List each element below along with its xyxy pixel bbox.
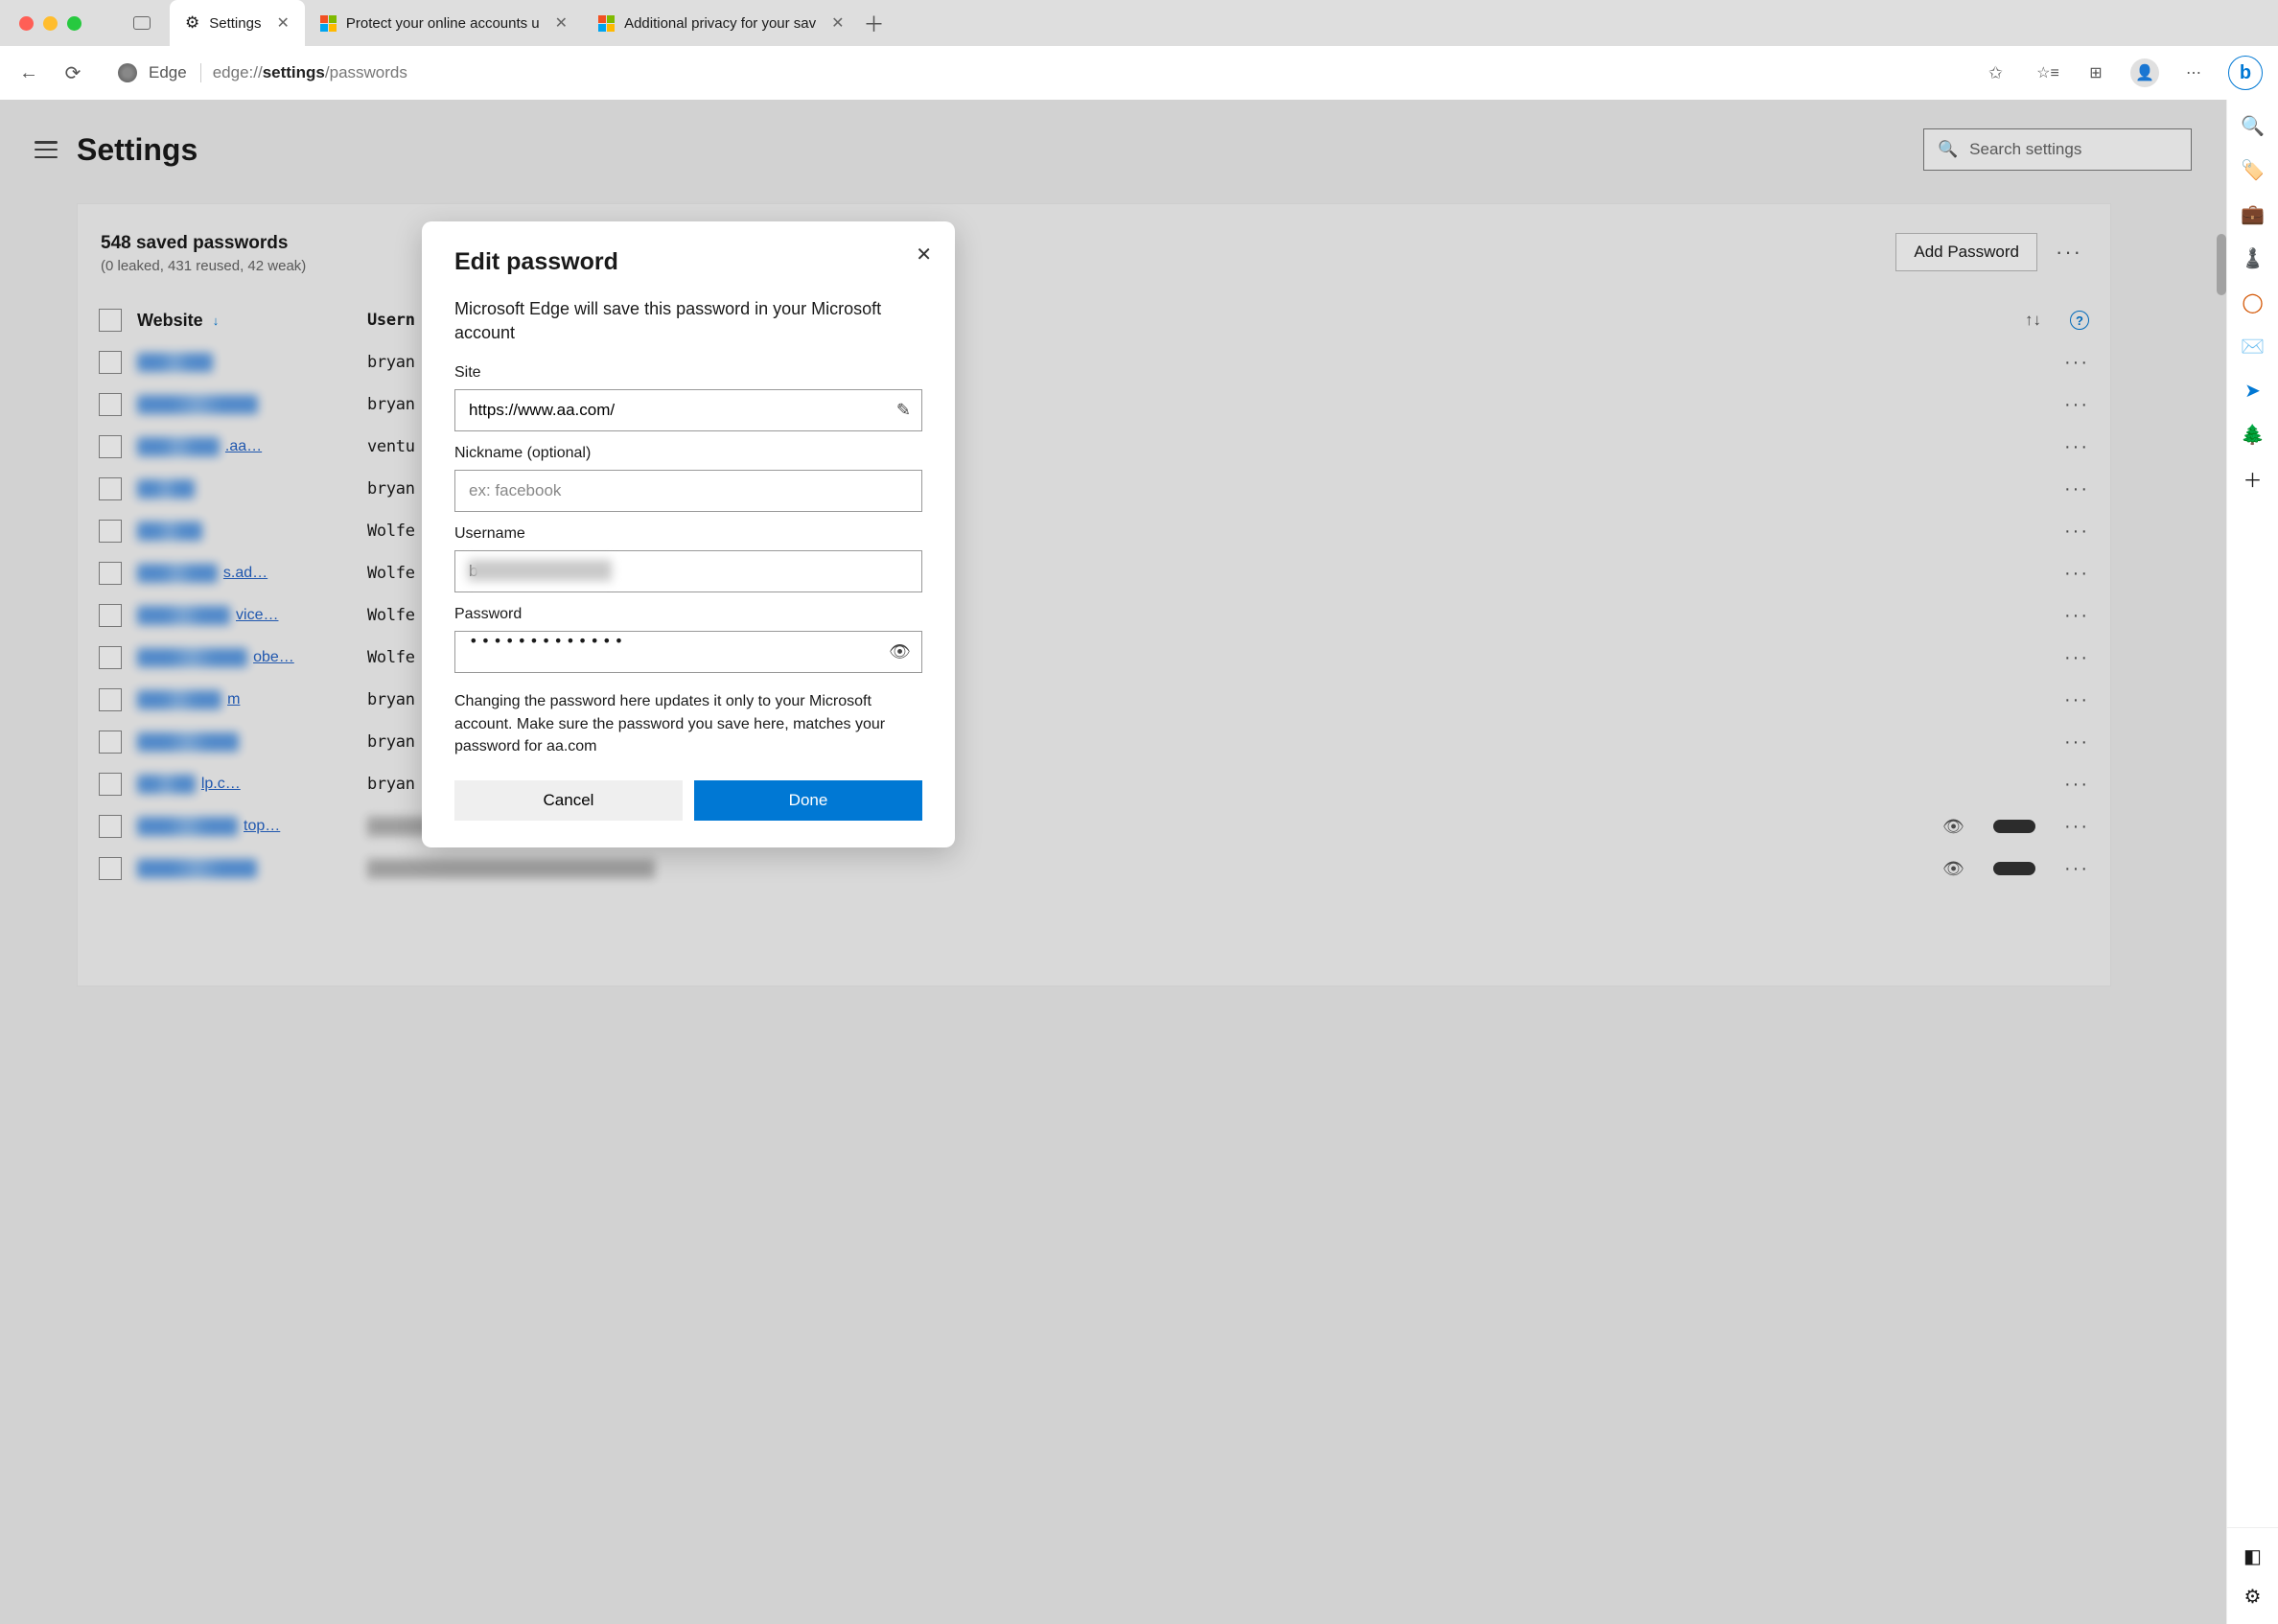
tab-protect[interactable]: Protect your online accounts u ✕ — [305, 0, 583, 46]
briefcase-icon[interactable]: 💼 — [2243, 203, 2264, 224]
close-icon[interactable]: ✕ — [555, 13, 568, 33]
site-label: Site — [454, 364, 922, 382]
ms-logo-icon — [598, 15, 615, 32]
tab-label: Protect your online accounts u — [346, 15, 540, 32]
tab-settings[interactable]: Settings ✕ — [170, 0, 305, 46]
gear-icon — [185, 13, 199, 33]
new-tab-button[interactable]: ＋ — [860, 8, 889, 38]
favorite-icon[interactable]: ✩ — [1988, 63, 2003, 83]
reveal-icon[interactable]: 👁 — [889, 642, 911, 662]
modal-lead: Microsoft Edge will save this password i… — [454, 297, 922, 345]
address-bar[interactable]: Edge edge://settings/passwords ✩ — [104, 55, 2017, 91]
password-label: Password — [454, 606, 922, 623]
settings-icon[interactable]: ⚙ — [2243, 1586, 2264, 1607]
tabs: Settings ✕ Protect your online accounts … — [170, 0, 2259, 46]
titlebar: Settings ✕ Protect your online accounts … — [0, 0, 2278, 46]
profile-avatar[interactable]: 👤 — [2130, 58, 2159, 87]
cancel-button[interactable]: Cancel — [454, 780, 683, 821]
minimize-window[interactable] — [43, 16, 58, 31]
redacted — [468, 560, 612, 581]
nickname-input[interactable] — [454, 470, 922, 512]
games-icon[interactable]: ♟️ — [2243, 247, 2264, 268]
address-label: Edge — [149, 63, 201, 82]
plus-icon[interactable]: ＋ — [2243, 468, 2264, 489]
outlook-icon[interactable]: ✉️ — [2243, 336, 2264, 357]
edge-icon — [118, 63, 137, 82]
maximize-window[interactable] — [67, 16, 81, 31]
done-button[interactable]: Done — [694, 780, 922, 821]
close-icon[interactable]: ✕ — [276, 13, 289, 33]
menu-icon[interactable]: ⋯ — [2180, 59, 2207, 86]
back-button[interactable]: ← — [15, 59, 42, 86]
tree-icon[interactable]: 🌲 — [2243, 424, 2264, 445]
password-input[interactable]: ••••••••••••• — [454, 631, 922, 673]
tag-icon[interactable]: 🏷️ — [2243, 159, 2264, 180]
sidebar-toggle-icon[interactable]: ◧ — [2243, 1545, 2264, 1566]
refresh-button[interactable]: ⟳ — [59, 59, 86, 86]
tab-overview-icon[interactable] — [133, 16, 151, 30]
site-input[interactable] — [454, 389, 922, 431]
tab-label: Additional privacy for your sav — [624, 15, 816, 32]
modal-backdrop — [0, 100, 2226, 1624]
office-icon[interactable]: ◯ — [2243, 291, 2264, 313]
close-icon[interactable]: ✕ — [831, 13, 844, 33]
pencil-icon[interactable]: ✎ — [896, 401, 911, 421]
tab-label: Settings — [209, 15, 261, 32]
favorites-icon[interactable]: ☆≡ — [2034, 59, 2061, 86]
search-icon[interactable]: 🔍 — [2243, 115, 2264, 136]
address-url: edge://settings/passwords — [213, 63, 407, 82]
bing-chat-icon[interactable]: b — [2228, 56, 2263, 90]
modal-footer-text: Changing the password here updates it on… — [454, 690, 922, 757]
username-label: Username — [454, 525, 922, 543]
toolbar: ← ⟳ Edge edge://settings/passwords ✩ ☆≡ … — [0, 46, 2278, 100]
close-window[interactable] — [19, 16, 34, 31]
modal-title: Edit password — [454, 248, 922, 276]
nickname-label: Nickname (optional) — [454, 445, 922, 462]
close-icon[interactable]: ✕ — [916, 243, 932, 267]
ms-logo-icon — [320, 15, 337, 32]
edit-password-modal: ✕ Edit password Microsoft Edge will save… — [422, 221, 955, 847]
send-icon[interactable]: ➤ — [2243, 380, 2264, 401]
side-rail: 🔍 🏷️ 💼 ♟️ ◯ ✉️ ➤ 🌲 ＋ ◧ ⚙ — [2226, 100, 2278, 1624]
toolbar-actions: ☆≡ ⊞ 👤 ⋯ b — [2034, 56, 2263, 90]
tab-privacy[interactable]: Additional privacy for your sav ✕ — [583, 0, 860, 46]
content-area: Settings 🔍 Search settings 548 saved pas… — [0, 100, 2226, 1624]
collections-icon[interactable]: ⊞ — [2082, 59, 2109, 86]
window-controls — [19, 16, 81, 31]
